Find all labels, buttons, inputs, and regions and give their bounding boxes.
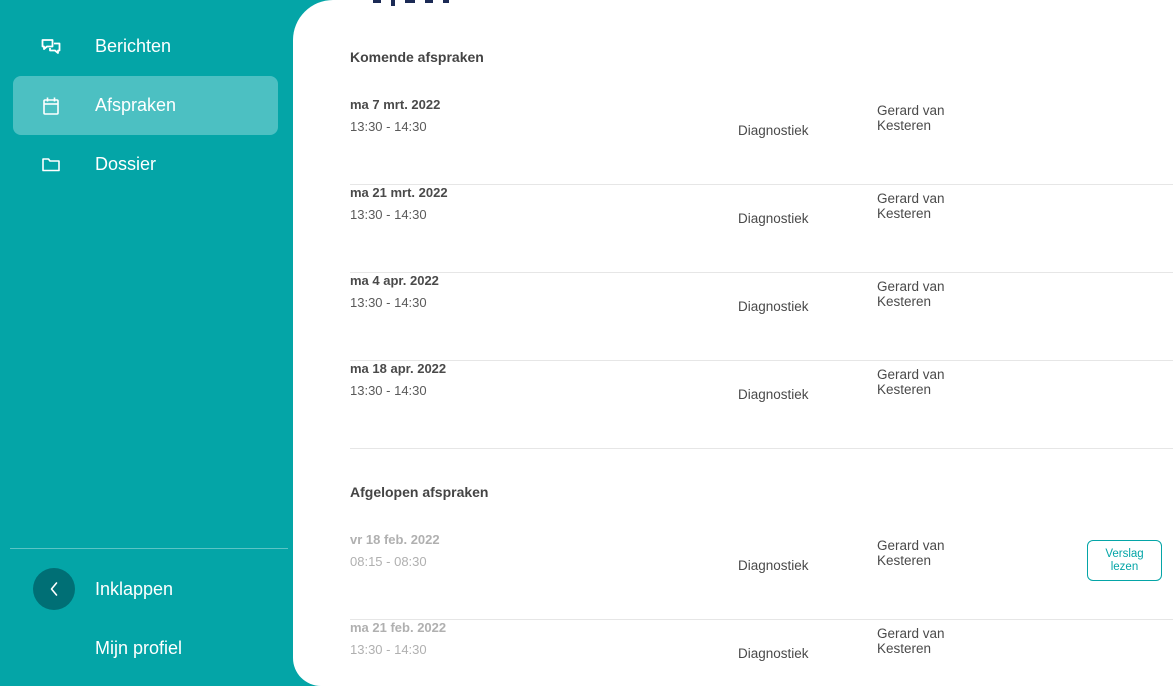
chevron-left-icon <box>33 568 75 610</box>
appointment-date: ma 4 apr. 2022 <box>350 273 439 288</box>
practitioner-line-1: Gerard van <box>877 191 945 206</box>
appointment-date: ma 21 mrt. 2022 <box>350 185 448 200</box>
practitioner-line-2: Kesteren <box>877 206 932 221</box>
appointment-row[interactable]: ma 18 apr. 2022 13:30 - 14:30 Diagnostie… <box>350 361 1173 449</box>
appointment-row[interactable]: ma 21 mrt. 2022 13:30 - 14:30 Diagnostie… <box>350 185 1173 273</box>
practitioner-line-2: Kesteren <box>877 553 932 568</box>
practitioner-line-2: Kesteren <box>877 118 932 133</box>
appointment-type: Diagnostiek <box>738 211 809 226</box>
practitioner-line-2: Kesteren <box>877 641 932 656</box>
appointment-time: 13:30 - 14:30 <box>350 207 427 222</box>
appointment-time: 08:15 - 08:30 <box>350 554 427 569</box>
practitioner-line-1: Gerard van <box>877 538 945 553</box>
collapse-label: Inklappen <box>95 578 174 599</box>
appointment-time: 13:30 - 14:30 <box>350 119 427 134</box>
practitioner-line-1: Gerard van <box>877 279 945 294</box>
appointment-time: 13:30 - 14:30 <box>350 383 427 398</box>
sidebar-divider <box>10 548 288 549</box>
collapse-button[interactable]: Inklappen <box>13 565 278 613</box>
sidebar-item-berichten[interactable]: Berichten <box>13 17 278 76</box>
appointment-row[interactable]: ma 7 mrt. 2022 13:30 - 14:30 Diagnostiek… <box>350 97 1173 185</box>
appointment-time: 13:30 - 14:30 <box>350 295 427 310</box>
sidebar-item-afspraken[interactable]: Afspraken <box>13 76 278 135</box>
appointment-type: Diagnostiek <box>738 646 809 661</box>
calendar-icon <box>41 96 61 116</box>
appointment-type: Diagnostiek <box>738 299 809 314</box>
appointment-row[interactable]: ma 4 apr. 2022 13:30 - 14:30 Diagnostiek… <box>350 273 1173 361</box>
sidebar: Berichten Afspraken Dossier Inklappen Mi… <box>0 0 300 686</box>
appointment-date: vr 18 feb. 2022 <box>350 532 440 547</box>
practitioner-line-1: Gerard van <box>877 626 945 641</box>
appointments-panel: Komende afspraken ma 7 mrt. 2022 13:30 -… <box>293 0 1173 686</box>
sidebar-item-label: Dossier <box>95 154 157 174</box>
appointment-type: Diagnostiek <box>738 387 809 402</box>
sidebar-item-label: Afspraken <box>95 95 177 115</box>
upcoming-section-title: Komende afspraken <box>350 49 484 65</box>
practitioner-line-1: Gerard van <box>877 367 945 382</box>
appointment-date: ma 18 apr. 2022 <box>350 361 447 376</box>
profile-link[interactable]: Mijn profiel <box>95 638 182 659</box>
read-report-label: Verslag lezen <box>1105 548 1143 574</box>
appointment-practitioner: Gerard van Kesteren <box>877 367 977 397</box>
read-report-button[interactable]: Verslag lezen <box>1087 540 1162 581</box>
appointment-type: Diagnostiek <box>738 558 809 573</box>
practitioner-line-1: Gerard van <box>877 103 945 118</box>
chat-bubbles-icon <box>41 37 61 57</box>
appointment-row[interactable]: ma 21 feb. 2022 13:30 - 14:30 Diagnostie… <box>350 620 1173 686</box>
appointment-practitioner: Gerard van Kesteren <box>877 538 977 568</box>
read-report-line-2: lezen <box>1110 560 1139 573</box>
cropped-header-fragment <box>373 0 493 6</box>
folder-icon <box>41 155 61 175</box>
appointment-date: ma 7 mrt. 2022 <box>350 97 441 112</box>
appointment-practitioner: Gerard van Kesteren <box>877 191 977 221</box>
read-report-line-1: Verslag <box>1105 547 1144 560</box>
appointment-practitioner: Gerard van Kesteren <box>877 279 977 309</box>
sidebar-item-label: Berichten <box>95 36 172 56</box>
appointment-type: Diagnostiek <box>738 123 809 138</box>
appointment-date: ma 21 feb. 2022 <box>350 620 447 635</box>
appointment-practitioner: Gerard van Kesteren <box>877 103 977 133</box>
sidebar-item-dossier[interactable]: Dossier <box>13 135 278 194</box>
practitioner-line-2: Kesteren <box>877 294 932 309</box>
past-section-title: Afgelopen afspraken <box>350 484 489 500</box>
appointment-time: 13:30 - 14:30 <box>350 642 427 657</box>
practitioner-line-2: Kesteren <box>877 382 932 397</box>
appointment-practitioner: Gerard van Kesteren <box>877 626 977 656</box>
appointment-row[interactable]: vr 18 feb. 2022 08:15 - 08:30 Diagnostie… <box>350 532 1173 620</box>
